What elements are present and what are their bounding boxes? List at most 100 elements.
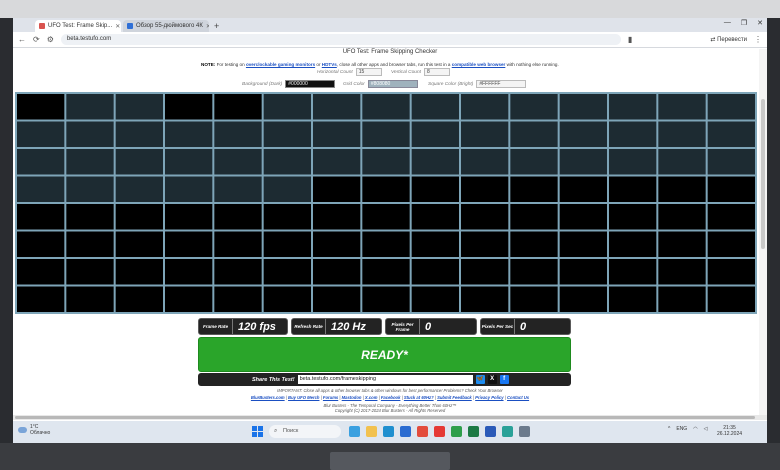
vertical-scrollbar[interactable]: [759, 49, 767, 415]
scrollbar-thumb[interactable]: [761, 99, 765, 249]
footer-link[interactable]: Mastodon: [342, 395, 362, 400]
square-color-input[interactable]: #FFFFFF: [476, 80, 527, 88]
url-field[interactable]: beta.testufo.com: [60, 34, 621, 45]
reload-icon[interactable]: ⟳: [33, 35, 40, 44]
monitor-bezel-top: [0, 0, 780, 18]
back-icon[interactable]: ←: [18, 35, 26, 44]
screen: UFO Test: Frame Skip... ✕ Обзор 55-дюймо…: [13, 18, 767, 443]
x-share-icon[interactable]: X: [487, 375, 497, 384]
excel-icon[interactable]: [468, 426, 479, 437]
store-icon[interactable]: [400, 426, 411, 437]
link-gaming-monitors[interactable]: overclockable gaming monitors: [246, 62, 315, 67]
bookmark-icon[interactable]: ▮: [628, 35, 632, 44]
word-icon[interactable]: [485, 426, 496, 437]
grid-cell: [559, 231, 607, 257]
menu-icon[interactable]: ⋮: [754, 35, 762, 44]
site-favicon-icon: [127, 23, 133, 29]
grid-cell: [313, 121, 361, 147]
frame-skip-grid-canvas: [17, 94, 755, 312]
yandex-icon[interactable]: [434, 426, 445, 437]
grid-cell: [263, 204, 311, 230]
tab-ufo-test[interactable]: UFO Test: Frame Skip... ✕: [35, 20, 121, 32]
horizontal-count-input[interactable]: 15: [355, 68, 382, 76]
stat-label: Frame Rate: [199, 319, 233, 334]
grid-cell: [17, 204, 65, 230]
grid-cell: [559, 204, 607, 230]
facebook-share-icon[interactable]: f: [499, 375, 509, 384]
minimize-icon[interactable]: —: [724, 19, 731, 27]
volume-icon[interactable]: ◁: [704, 426, 708, 432]
footer-link[interactable]: Facebook: [381, 395, 401, 400]
grid-cell: [165, 176, 213, 202]
ready-button[interactable]: READY*: [198, 337, 571, 372]
bluesky-share-icon[interactable]: 🦋: [475, 375, 485, 384]
grid-cell: [66, 231, 114, 257]
frame-skip-grid: [15, 92, 757, 314]
stat-refresh-rate: Refresh Rate 120 Hz: [291, 318, 382, 335]
windows-start-icon[interactable]: [252, 426, 263, 437]
chevron-up-icon[interactable]: ^: [668, 426, 670, 432]
grid-cell: [411, 259, 459, 285]
close-tab-icon[interactable]: ✕: [206, 23, 209, 30]
link-compatible-browser[interactable]: compatible web browser: [452, 62, 506, 67]
grid-cell: [411, 231, 459, 257]
weather-widget[interactable]: 1°C Облачно: [18, 424, 50, 436]
settings-icon[interactable]: [519, 426, 530, 437]
footer-link[interactable]: X.com: [365, 395, 378, 400]
footer-link[interactable]: Submit Feedback: [437, 395, 472, 400]
search-icon: ⌕: [274, 428, 278, 434]
share-url-field[interactable]: beta.testufo.com/frameskipping: [297, 375, 473, 384]
footer-link[interactable]: BlurBusters.com: [251, 395, 285, 400]
maximize-icon[interactable]: ❐: [741, 19, 747, 27]
grid-cell: [165, 259, 213, 285]
grid-cell: [115, 176, 163, 202]
grid-cell: [115, 94, 163, 120]
footer-link[interactable]: Privacy Policy: [475, 395, 503, 400]
grid-cell: [411, 149, 459, 175]
close-tab-icon[interactable]: ✕: [115, 23, 120, 30]
note-text-part: For testing on: [215, 62, 246, 67]
grid-cell: [559, 121, 607, 147]
grid-cell: [214, 94, 262, 120]
site-info-icon[interactable]: ⚙: [47, 35, 54, 44]
language-indicator[interactable]: ENG: [676, 426, 687, 432]
grid-cell: [362, 231, 410, 257]
grid-cell: [707, 286, 755, 312]
grid-cell: [115, 231, 163, 257]
taskbar-clock[interactable]: 21:35 26.12.2024: [717, 425, 742, 437]
footer-link[interactable]: Forums: [323, 395, 338, 400]
chrome-icon[interactable]: [417, 426, 428, 437]
widgets-icon[interactable]: [349, 426, 360, 437]
grid-cell: [263, 231, 311, 257]
grid-cell: [263, 176, 311, 202]
footer-link[interactable]: Stuck at 60Hz?: [404, 395, 434, 400]
square-color-control: Square Color (Bright) #FFFFFF: [428, 80, 527, 88]
grid-cell: [362, 176, 410, 202]
translate-button[interactable]: ⇄ Перевести: [710, 36, 747, 43]
background-color-input[interactable]: #000000: [285, 80, 336, 88]
file-explorer-icon[interactable]: [366, 426, 377, 437]
grid-cell: [313, 204, 361, 230]
scrollbar-thumb[interactable]: [15, 416, 755, 419]
link-hdtvs[interactable]: HDTVs: [322, 62, 337, 67]
app-green-icon[interactable]: [451, 426, 462, 437]
footer-link[interactable]: Contact Us: [507, 395, 529, 400]
taskbar-search[interactable]: ⌕ Поиск: [269, 425, 341, 438]
tab-bar: UFO Test: Frame Skip... ✕ Обзор 55-дюймо…: [13, 18, 767, 32]
close-window-icon[interactable]: ✕: [757, 19, 763, 27]
weather-desc: Облачно: [30, 430, 51, 436]
footer-link[interactable]: Buy UFO Merch: [288, 395, 319, 400]
grid-color-input[interactable]: #808080: [367, 80, 418, 88]
grid-cell: [461, 149, 509, 175]
grid-cell: [658, 286, 706, 312]
edge-icon[interactable]: [383, 426, 394, 437]
app-teal-icon[interactable]: [502, 426, 513, 437]
footer-links: BlurBusters.com | Buy UFO Merch | Forums…: [250, 395, 530, 400]
grid-cell: [411, 94, 459, 120]
wifi-icon[interactable]: ◠: [693, 426, 697, 432]
tab-review[interactable]: Обзор 55-дюймового 4К ✕: [123, 20, 209, 32]
horizontal-scrollbar[interactable]: [13, 415, 767, 420]
vertical-count-input[interactable]: 8: [423, 68, 450, 76]
new-tab-button[interactable]: +: [211, 20, 222, 32]
grid-cell: [658, 176, 706, 202]
